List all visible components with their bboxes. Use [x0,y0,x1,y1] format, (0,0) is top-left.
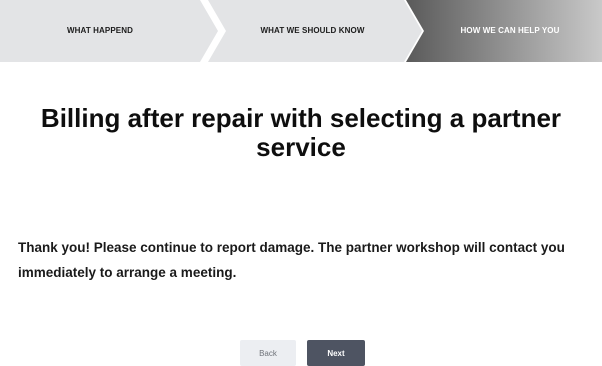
step-label-how-we-can-help-you[interactable]: HOW WE CAN HELP YOU [418,0,602,62]
confirmation-message: Thank you! Please continue to report dam… [18,240,565,280]
back-button[interactable]: Back [240,340,296,366]
progress-stepper: WHAT HAPPEND WHAT WE SHOULD KNOW HOW WE … [0,0,602,62]
next-button[interactable]: Next [307,340,365,366]
step-label-what-we-should-know[interactable]: WHAT WE SHOULD KNOW [210,0,415,62]
step-label-what-happend[interactable]: WHAT HAPPEND [0,0,200,62]
form-actions: Back Next [0,340,602,366]
page-title: Billing after repair with selecting a pa… [40,103,562,162]
